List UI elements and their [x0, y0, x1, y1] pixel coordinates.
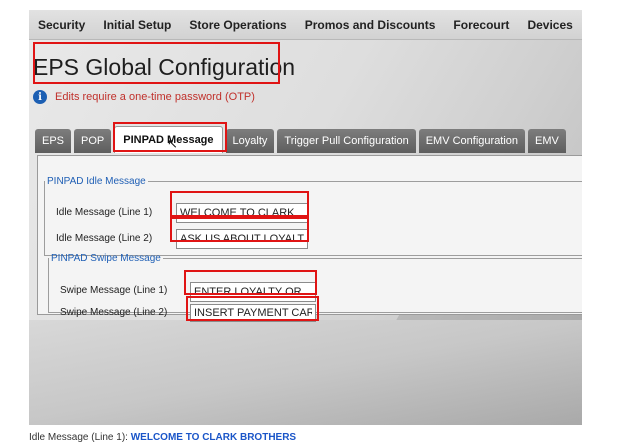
caption: Idle Message (Line 1): WELCOME TO CLARK … [29, 432, 589, 443]
swipe-line1-highlight [184, 270, 317, 295]
swipe-line2-label: Swipe Message (Line 2) [60, 307, 168, 318]
nav-promos-discounts[interactable]: Promos and Discounts [296, 18, 445, 32]
nav-devices[interactable]: Devices [518, 18, 581, 32]
info-icon: i [33, 90, 47, 104]
swipe-line1-label: Swipe Message (Line 1) [60, 285, 168, 296]
nav-forecourt[interactable]: Forecourt [444, 18, 518, 32]
otp-notice: i Edits require a one-time password (OTP… [33, 90, 255, 104]
swipe-message-legend: PINPAD Swipe Message [51, 253, 161, 264]
idle-line2-label: Idle Message (Line 2) [56, 233, 153, 244]
caption-value: WELCOME TO CLARK BROTHERS [130, 432, 297, 443]
screen-photo: Security Initial Setup Store Operations … [29, 10, 582, 425]
screen-bottom-area [29, 320, 582, 425]
idle-message-legend: PINPAD Idle Message [47, 176, 146, 187]
nav-initial-setup[interactable]: Initial Setup [94, 18, 180, 32]
tab-trigger-pull[interactable]: Trigger Pull Configuration [277, 129, 416, 153]
swipe-line2-highlight [186, 296, 319, 321]
mouse-cursor-icon: ↖ [167, 136, 178, 151]
idle-line1-highlight [170, 191, 309, 217]
notice-text: Edits require a one-time password (OTP) [55, 91, 255, 103]
tab-loyalty[interactable]: Loyalty [225, 129, 275, 153]
idle-line1-label: Idle Message (Line 1) [56, 207, 153, 218]
idle-line2-highlight [170, 217, 309, 242]
tab-emv-configuration[interactable]: EMV Configuration [418, 129, 526, 153]
nav-store-operations[interactable]: Store Operations [180, 18, 295, 32]
caption-prefix: Idle Message (Line 1): [29, 432, 128, 443]
title-highlight-box [33, 42, 280, 84]
nav-security[interactable]: Security [29, 18, 94, 32]
tab-pop[interactable]: POP [74, 129, 112, 153]
tab-emv[interactable]: EMV [528, 129, 566, 153]
tab-eps[interactable]: EPS [35, 129, 72, 153]
top-navigation: Security Initial Setup Store Operations … [29, 10, 582, 40]
